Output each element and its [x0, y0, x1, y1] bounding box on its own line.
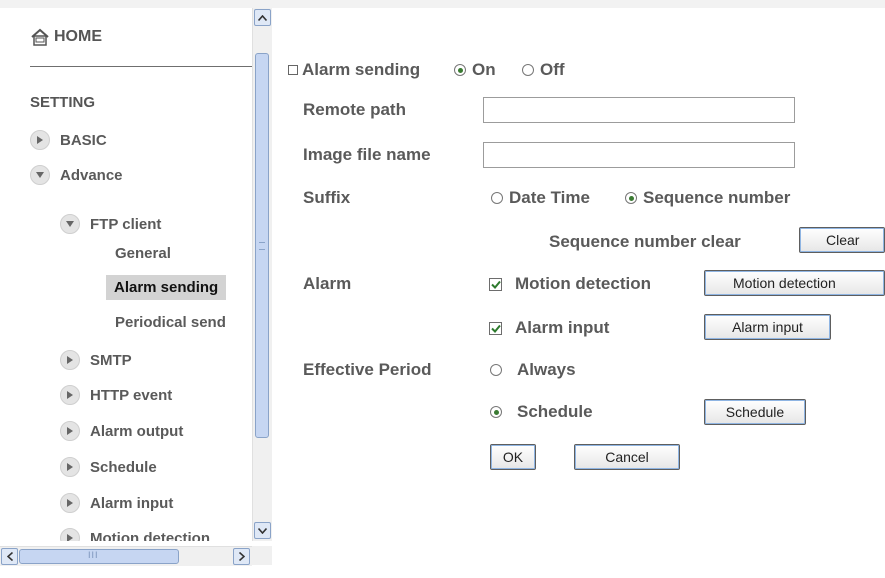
nav-item-label: Alarm output: [90, 422, 184, 440]
nav-item-label: Schedule: [90, 458, 157, 476]
alarm-sending-on-option[interactable]: On: [454, 60, 496, 80]
always-label: Always: [517, 360, 576, 379]
nav-item-label: Alarm input: [90, 494, 174, 512]
alarm-sending-off-radio[interactable]: [522, 64, 534, 76]
ok-button[interactable]: OK: [490, 444, 536, 470]
alarm-sending-on-radio[interactable]: [454, 64, 466, 76]
nav-divider: [30, 66, 252, 67]
alarm-input-label: Alarm input: [515, 318, 610, 337]
nav-item-label: FTP client: [90, 215, 162, 233]
remote-path-input[interactable]: [483, 97, 795, 123]
expand-arrow-icon: [60, 421, 80, 441]
top-frame-strip: [0, 0, 885, 8]
nav-item-basic[interactable]: BASIC: [30, 130, 107, 150]
alarm-sending-off-option[interactable]: Off: [522, 60, 565, 80]
expand-arrow-icon: [60, 385, 80, 405]
horizontal-scroll-thumb[interactable]: III: [19, 549, 179, 564]
schedule-option[interactable]: Schedule: [490, 402, 593, 422]
nav-item-http-event[interactable]: HTTP event: [60, 385, 172, 405]
scrollbar-corner: [252, 546, 272, 565]
alarm-input-option[interactable]: Alarm input: [489, 318, 609, 338]
nav-item-label: Advance: [60, 166, 123, 184]
expand-arrow-icon: [60, 350, 80, 370]
suffix-datetime-option[interactable]: Date Time: [491, 188, 590, 208]
suffix-sequence-option[interactable]: Sequence number: [625, 188, 790, 208]
nav-item-alarm-output[interactable]: Alarm output: [60, 421, 183, 441]
scroll-right-button[interactable]: [233, 548, 250, 565]
schedule-radio[interactable]: [490, 406, 502, 418]
checkmark-icon: [490, 280, 501, 289]
always-radio[interactable]: [490, 364, 502, 376]
collapse-arrow-icon: [60, 214, 80, 234]
expand-arrow-icon: [30, 130, 50, 150]
chevron-right-icon: [238, 552, 245, 561]
effective-period-label: Effective Period: [303, 360, 432, 379]
scroll-grip-label: III: [88, 550, 99, 560]
nav-tree: HOME SETTING BASIC Advance FTP client Ge…: [0, 8, 252, 541]
nav-item-label: Motion detection: [90, 529, 210, 542]
nav-item-general[interactable]: General: [115, 245, 171, 262]
alarm-sending-form: Alarm sending On Off Remote path Image f…: [272, 8, 885, 578]
suffix-sequence-label: Sequence number: [643, 188, 791, 207]
motion-detection-option[interactable]: Motion detection: [489, 274, 651, 294]
on-label: On: [472, 60, 496, 79]
nav-item-motion-detection[interactable]: Motion detection: [60, 528, 210, 541]
nav-item-schedule[interactable]: Schedule: [60, 457, 157, 477]
checkmark-icon: [490, 324, 501, 333]
sequence-clear-label: Sequence number clear: [549, 232, 741, 251]
nav-vertical-scrollbar[interactable]: [252, 8, 272, 541]
motion-detection-button[interactable]: Motion detection: [704, 270, 885, 296]
nav-horizontal-scrollbar[interactable]: III: [0, 546, 252, 566]
nav-item-label: HTTP event: [90, 386, 173, 404]
image-file-name-input[interactable]: [483, 142, 795, 168]
expand-arrow-icon: [60, 528, 80, 541]
suffix-datetime-radio[interactable]: [491, 192, 503, 204]
chevron-down-icon: [258, 527, 267, 534]
nav-item-label: SMTP: [90, 351, 132, 369]
suffix-label: Suffix: [303, 188, 351, 207]
always-option[interactable]: Always: [490, 360, 576, 380]
alarm-label: Alarm: [303, 274, 352, 293]
remote-path-label: Remote path: [303, 100, 406, 119]
alarm-input-checkbox[interactable]: [489, 321, 502, 335]
alarm-input-button[interactable]: Alarm input: [704, 314, 831, 340]
expand-arrow-icon: [60, 493, 80, 513]
suffix-datetime-label: Date Time: [509, 188, 590, 207]
cancel-button[interactable]: Cancel: [574, 444, 680, 470]
scroll-left-button[interactable]: [1, 548, 18, 565]
alarm-sending-label: Alarm sending: [302, 60, 421, 79]
nav-item-periodical-sending[interactable]: Periodical send: [115, 314, 226, 331]
nav-item-advance[interactable]: Advance: [30, 165, 123, 185]
collapse-arrow-icon: [30, 165, 50, 185]
section-square-icon: [288, 65, 298, 75]
clear-button[interactable]: Clear: [799, 227, 885, 253]
off-label: Off: [540, 60, 565, 79]
motion-detection-label: Motion detection: [515, 274, 651, 293]
schedule-label: Schedule: [517, 402, 593, 421]
schedule-button[interactable]: Schedule: [704, 399, 806, 425]
home-link[interactable]: HOME: [30, 28, 102, 46]
expand-arrow-icon: [60, 457, 80, 477]
alarm-sending-row: Alarm sending: [288, 60, 420, 80]
nav-item-alarm-sending[interactable]: Alarm sending: [106, 275, 227, 300]
home-icon: [31, 28, 49, 46]
motion-detection-checkbox[interactable]: [489, 277, 502, 291]
home-label: HOME: [54, 28, 102, 45]
suffix-sequence-radio[interactable]: [625, 192, 637, 204]
scroll-down-button[interactable]: [254, 522, 271, 539]
scroll-grip-icon: [259, 242, 265, 250]
vertical-scroll-thumb[interactable]: [255, 53, 269, 438]
nav-item-label: BASIC: [60, 131, 107, 149]
image-file-name-label: Image file name: [303, 145, 431, 164]
chevron-left-icon: [6, 552, 13, 561]
nav-item-ftp-client[interactable]: FTP client: [60, 214, 161, 234]
setting-heading: SETTING: [30, 94, 96, 111]
nav-item-smtp[interactable]: SMTP: [60, 350, 132, 370]
nav-item-alarm-input[interactable]: Alarm input: [60, 493, 173, 513]
left-nav-frame: HOME SETTING BASIC Advance FTP client Ge…: [0, 8, 272, 570]
chevron-up-icon: [258, 14, 267, 21]
scroll-up-button[interactable]: [254, 9, 271, 26]
